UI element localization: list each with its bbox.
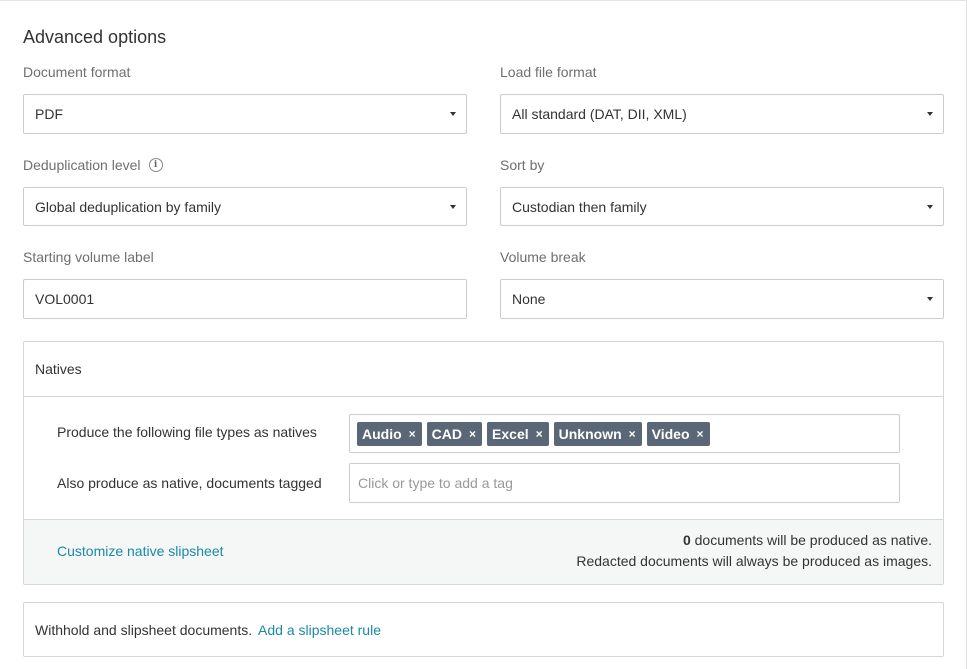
tag-label: Video	[651, 425, 690, 442]
native-count-suffix: documents will be produced as native.	[690, 532, 932, 548]
starting-volume-label-text: Starting volume label	[23, 249, 154, 265]
deduplication-level-label: Deduplication level i	[23, 157, 163, 173]
chevron-down-icon	[927, 112, 933, 116]
withhold-text: Withhold and slipsheet documents.	[35, 622, 253, 638]
sort-by-select[interactable]: Custodian then family	[500, 187, 944, 226]
native-count-note: 0 documents will be produced as native.	[683, 532, 932, 548]
remove-tag-icon[interactable]: ×	[469, 427, 476, 441]
document-format-label: Document format	[23, 64, 130, 80]
load-file-format-select[interactable]: All standard (DAT, DII, XML)	[500, 94, 944, 134]
tag-label: Unknown	[558, 425, 622, 442]
volume-break-value: None	[512, 291, 546, 307]
starting-volume-value: VOL0001	[35, 291, 95, 307]
volume-break-label-text: Volume break	[500, 249, 586, 265]
advanced-options-panel: Advanced options Document format PDF Loa…	[0, 0, 967, 669]
tag-chip: Video ×	[646, 421, 710, 446]
tag-chip: Audio ×	[357, 421, 422, 446]
document-format-value: PDF	[35, 106, 63, 122]
customize-slipsheet-link[interactable]: Customize native slipsheet	[57, 543, 224, 559]
withhold-panel: Withhold and slipsheet documents. Add a …	[23, 602, 944, 657]
remove-tag-icon[interactable]: ×	[629, 427, 636, 441]
deduplication-level-select[interactable]: Global deduplication by family	[23, 187, 467, 226]
chevron-down-icon	[450, 112, 456, 116]
remove-tag-icon[interactable]: ×	[697, 427, 704, 441]
chevron-down-icon	[927, 204, 933, 209]
file-types-tag-input[interactable]: Audio × CAD × Excel × Unknown × Video ×	[349, 414, 900, 453]
sort-by-label-text: Sort by	[500, 157, 545, 173]
chevron-down-icon	[450, 204, 456, 209]
tag-label: Excel	[492, 425, 529, 442]
info-icon[interactable]: i	[148, 158, 163, 172]
sort-by-value: Custodian then family	[512, 198, 647, 215]
tag-chip: Unknown ×	[553, 421, 642, 446]
file-types-label: Produce the following file types as nati…	[57, 424, 317, 440]
native-count: 0	[682, 532, 691, 548]
load-file-format-label: Load file format	[500, 64, 597, 80]
withhold-row: Withhold and slipsheet documents. Add a …	[35, 622, 381, 638]
section-title: Advanced options	[23, 27, 167, 47]
tag-chip: Excel ×	[487, 421, 549, 446]
chevron-down-icon	[927, 297, 933, 301]
tag-chip: CAD ×	[426, 421, 483, 446]
remove-tag-icon[interactable]: ×	[409, 427, 416, 441]
deduplication-level-value: Global deduplication by family	[35, 198, 221, 215]
natives-panel: Natives Produce the following file types…	[23, 341, 944, 585]
document-format-select[interactable]: PDF	[23, 94, 467, 134]
tag-label: Audio	[362, 425, 402, 442]
document-format-label-text: Document format	[23, 64, 131, 80]
volume-break-label: Volume break	[500, 249, 586, 265]
tagged-input[interactable]: Click or type to add a tag	[349, 463, 900, 503]
starting-volume-label: Starting volume label	[23, 249, 154, 265]
deduplication-level-label-text: Deduplication level	[23, 157, 141, 173]
sort-by-label: Sort by	[500, 157, 544, 173]
natives-header: Natives	[24, 342, 943, 397]
starting-volume-input[interactable]: VOL0001	[23, 279, 467, 319]
tag-label: CAD	[431, 425, 463, 442]
remove-tag-icon[interactable]: ×	[536, 427, 543, 441]
natives-footer: Customize native slipsheet 0 documents w…	[24, 519, 943, 584]
tagged-placeholder: Click or type to add a tag	[358, 475, 513, 491]
load-file-format-value: All standard (DAT, DII, XML)	[512, 106, 687, 122]
redacted-note: Redacted documents will always be produc…	[576, 553, 932, 569]
add-slipsheet-rule-link[interactable]: Add a slipsheet rule	[258, 622, 381, 638]
tagged-label: Also produce as native, documents tagged	[57, 475, 322, 491]
load-file-format-label-text: Load file format	[500, 64, 597, 80]
volume-break-select[interactable]: None	[500, 279, 944, 319]
